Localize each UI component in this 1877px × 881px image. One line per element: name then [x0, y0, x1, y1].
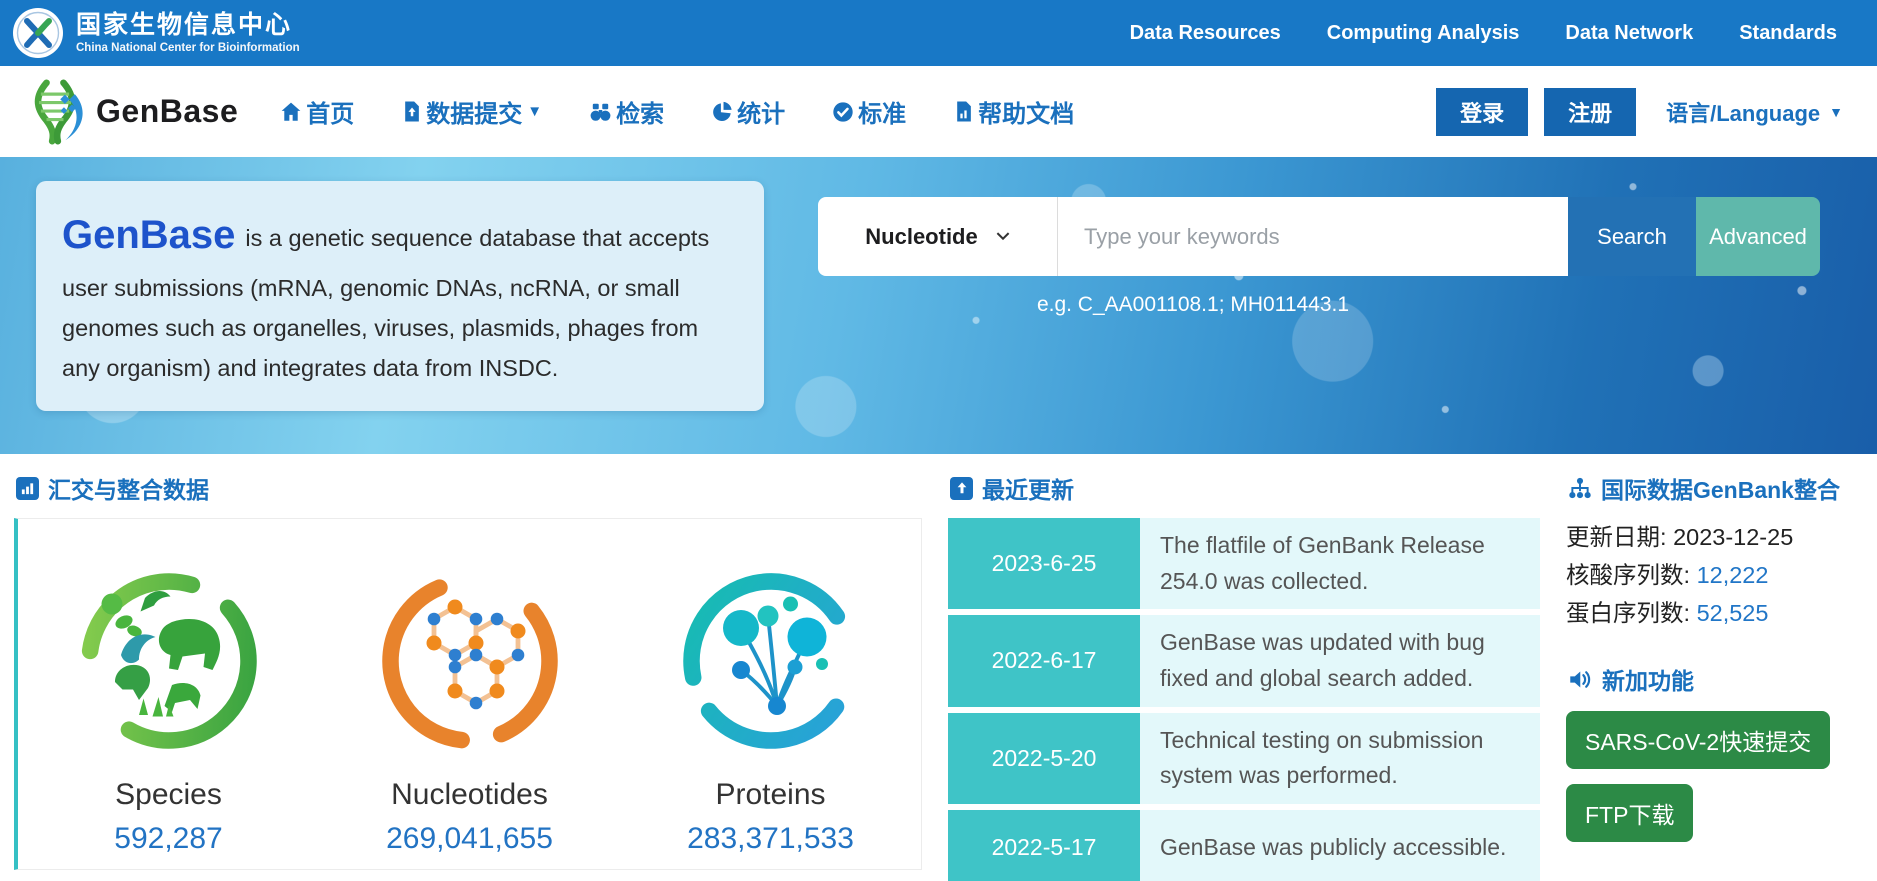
- menu-item-help-docs[interactable]: 帮助文档: [953, 94, 1074, 129]
- stats-panel: Species 592,287: [14, 518, 922, 870]
- species-icon: [79, 571, 259, 751]
- genbank-section: 国际数据GenBank整合 更新日期: 2023-12-25 核酸序列数: 12…: [1566, 454, 1863, 881]
- stat-proteins: Proteins 283,371,533: [681, 571, 861, 869]
- update-date: 2022-5-20: [948, 713, 1140, 804]
- org-name: 国家生物信息中心: [76, 11, 300, 40]
- cncb-logo-icon: [12, 7, 64, 59]
- org-subtitle: China National Center for Bioinformation: [76, 42, 300, 55]
- search-button[interactable]: Search: [1568, 197, 1696, 276]
- ftp-download-button[interactable]: FTP下载: [1566, 784, 1693, 842]
- genbank-protein-count[interactable]: 52,525: [1697, 600, 1769, 626]
- intro-card: GenBaseis a genetic sequence database th…: [36, 181, 764, 411]
- stats-section-title: 汇交与整合数据: [48, 471, 209, 505]
- cncb-logo-link[interactable]: 国家生物信息中心 China National Center for Bioin…: [12, 7, 300, 59]
- chevron-down-icon: [996, 232, 1010, 241]
- update-row: 2023-6-25 The flatfile of GenBank Releas…: [948, 518, 1540, 609]
- pie-chart-icon: [711, 101, 733, 123]
- top-nav-data-network[interactable]: Data Network: [1565, 22, 1693, 45]
- genbase-homepage: 国家生物信息中心 China National Center for Bioin…: [0, 0, 1877, 881]
- top-government-bar: 国家生物信息中心 China National Center for Bioin…: [0, 0, 1877, 66]
- search-bar: Nucleotide Search Advanced: [818, 197, 1820, 276]
- search-example-hint: e.g. C_AA001108.1; MH011443.1: [818, 293, 1568, 317]
- stat-value-species[interactable]: 592,287: [79, 822, 259, 856]
- nucleotides-icon: [380, 571, 560, 751]
- genbank-update-date-label: 更新日期:: [1566, 524, 1673, 550]
- document-chart-icon: [953, 101, 974, 122]
- genbank-protein-label: 蛋白序列数:: [1566, 600, 1697, 626]
- binoculars-icon: [589, 101, 612, 123]
- stat-value-proteins[interactable]: 283,371,533: [681, 822, 861, 856]
- register-button[interactable]: 注册: [1544, 88, 1636, 136]
- advanced-search-button[interactable]: Advanced: [1696, 197, 1820, 276]
- arrow-up-icon: [950, 477, 973, 500]
- genbank-update-date: 2023-12-25: [1673, 524, 1793, 550]
- stat-label: Proteins: [681, 778, 861, 812]
- check-circle-icon: [832, 101, 854, 123]
- menu-item-search[interactable]: 检索: [589, 94, 664, 129]
- update-row: 2022-5-17 GenBase was publicly accessibl…: [948, 810, 1540, 881]
- update-text: The flatfile of GenBank Release 254.0 wa…: [1140, 518, 1540, 609]
- menu-item-home[interactable]: 首页: [280, 94, 354, 129]
- login-button[interactable]: 登录: [1436, 88, 1528, 136]
- speaker-icon: [1568, 668, 1593, 691]
- stat-value-nucleotides[interactable]: 269,041,655: [380, 822, 560, 856]
- top-nav: Data Resources Computing Analysis Data N…: [1130, 22, 1837, 45]
- hero-banner: GenBaseis a genetic sequence database th…: [0, 157, 1877, 454]
- content-area: 汇交与整合数据: [0, 454, 1877, 881]
- sars-cov2-submit-button[interactable]: SARS-CoV-2快速提交: [1566, 711, 1830, 769]
- stat-species: Species 592,287: [79, 571, 259, 869]
- dropdown-caret-icon: ▼: [527, 103, 542, 120]
- update-date: 2022-6-17: [948, 615, 1140, 706]
- genbank-nucleotide-label: 核酸序列数:: [1566, 562, 1697, 588]
- update-text: Technical testing on submission system w…: [1140, 713, 1540, 804]
- stat-nucleotides: Nucleotides 269,041,655: [380, 571, 560, 869]
- genbank-section-title: 国际数据GenBank整合: [1601, 471, 1840, 505]
- top-nav-standards[interactable]: Standards: [1739, 22, 1837, 45]
- update-date: 2023-6-25: [948, 518, 1140, 609]
- brand-name: GenBase: [96, 93, 238, 130]
- main-navbar: GenBase 首页 数据提交▼ 检索 统计 标准: [0, 66, 1877, 157]
- update-text: GenBase was publicly accessible.: [1140, 810, 1540, 881]
- top-nav-data-resources[interactable]: Data Resources: [1130, 22, 1281, 45]
- update-row: 2022-5-20 Technical testing on submissio…: [948, 713, 1540, 804]
- sitemap-icon: [1568, 476, 1592, 500]
- stat-label: Nucleotides: [380, 778, 560, 812]
- top-nav-computing-analysis[interactable]: Computing Analysis: [1327, 22, 1520, 45]
- menu-item-statistics[interactable]: 统计: [711, 94, 785, 129]
- menu-item-standards[interactable]: 标准: [832, 94, 906, 129]
- menu-item-data-submit[interactable]: 数据提交▼: [401, 94, 542, 129]
- home-icon: [280, 101, 302, 123]
- genbase-logo-icon: [22, 78, 88, 146]
- chevron-down-icon: ▼: [1829, 104, 1843, 120]
- features-section-title: 新加功能: [1602, 662, 1694, 696]
- updates-section: 最近更新 2023-6-25 The flatfile of GenBank R…: [948, 454, 1540, 881]
- update-date: 2022-5-17: [948, 810, 1140, 881]
- stat-label: Species: [79, 778, 259, 812]
- bar-chart-icon: [16, 477, 39, 500]
- proteins-icon: [681, 571, 861, 751]
- search-input[interactable]: [1058, 197, 1568, 276]
- upload-file-icon: [401, 101, 422, 122]
- intro-brand: GenBase: [62, 213, 235, 257]
- search-category-select[interactable]: Nucleotide: [818, 197, 1058, 276]
- stats-section: 汇交与整合数据: [14, 454, 922, 881]
- genbank-nucleotide-count[interactable]: 12,222: [1697, 562, 1769, 588]
- main-menu: 首页 数据提交▼ 检索 统计 标准 帮助文档: [280, 94, 1074, 129]
- update-row: 2022-6-17 GenBase was updated with bug f…: [948, 615, 1540, 706]
- updates-section-title: 最近更新: [982, 471, 1074, 505]
- genbase-brand[interactable]: GenBase: [22, 78, 238, 146]
- update-text: GenBase was updated with bug fixed and g…: [1140, 615, 1540, 706]
- language-selector[interactable]: 语言/Language▼: [1666, 96, 1843, 128]
